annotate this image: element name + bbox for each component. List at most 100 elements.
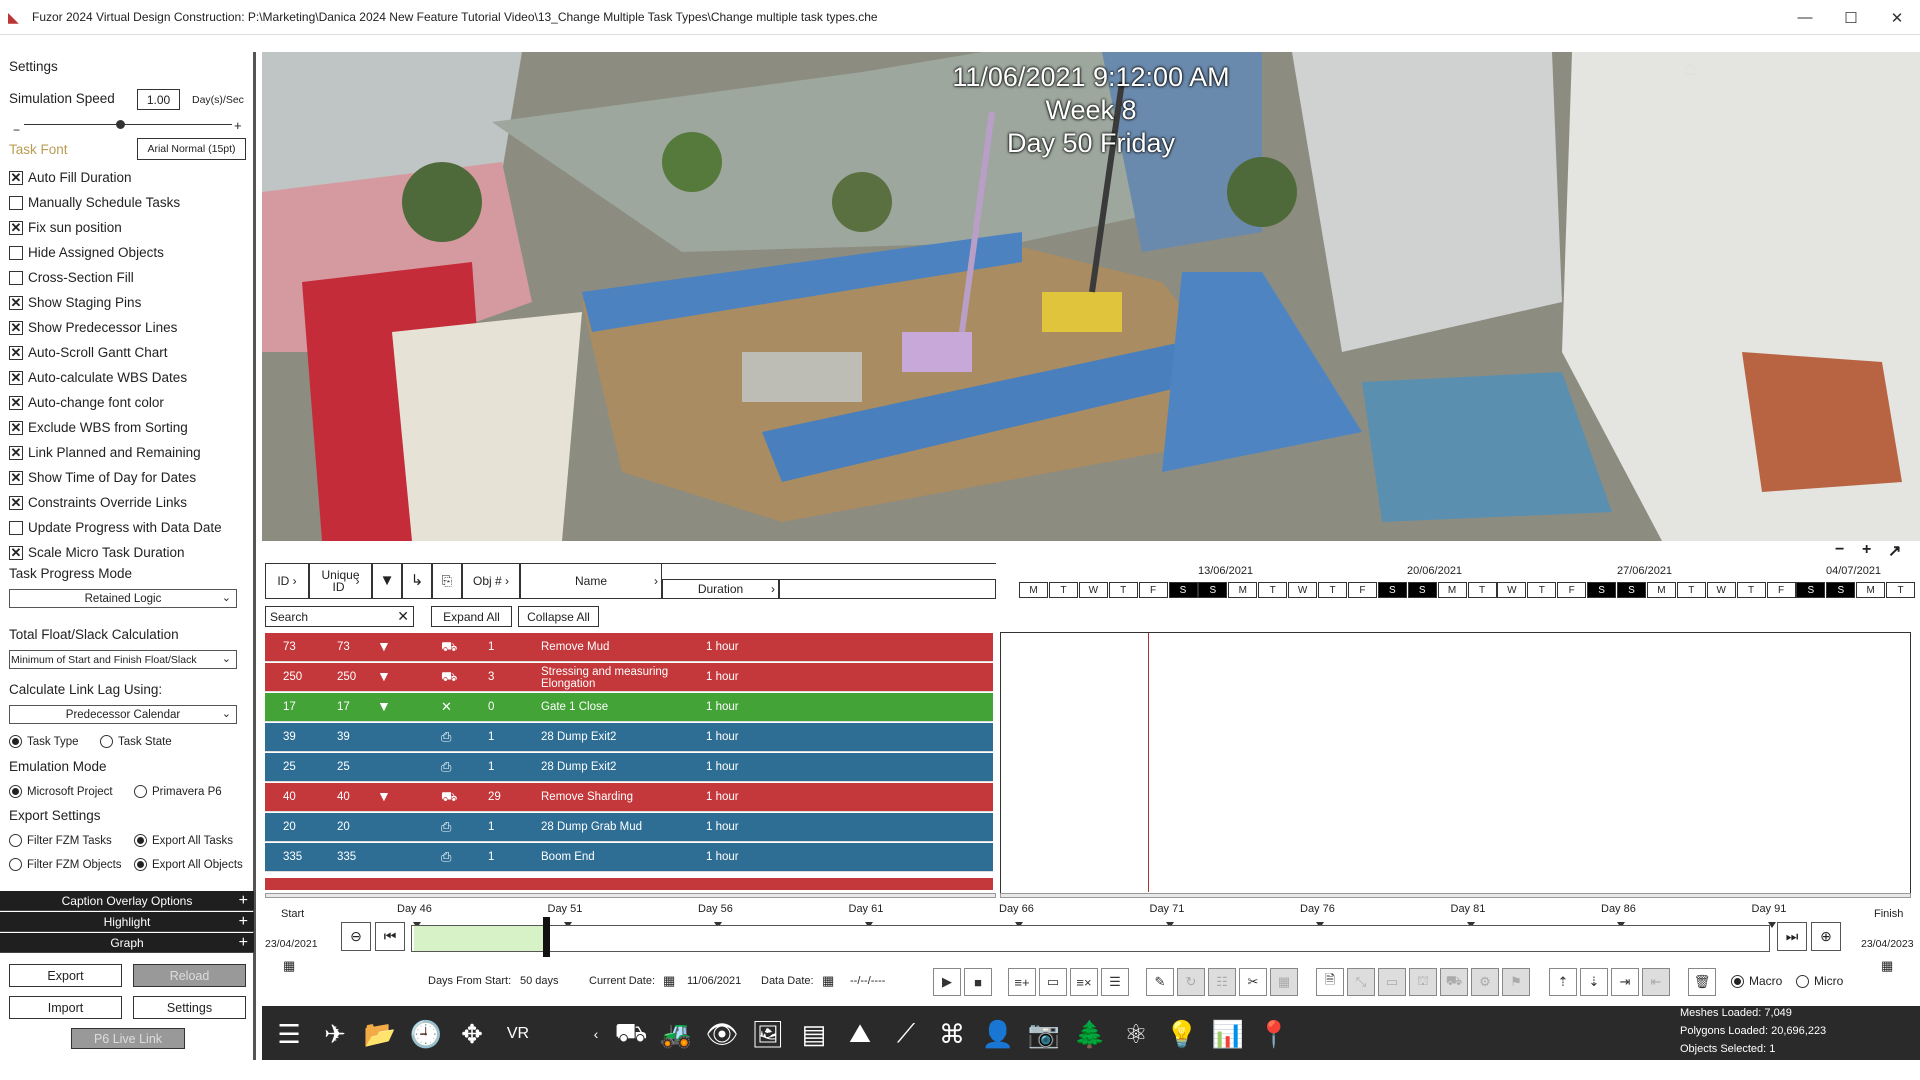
sort-ascending-icon[interactable]: ⇡	[1549, 968, 1577, 996]
link-arrow-icon[interactable]: ↳	[402, 563, 432, 599]
checked-box-icon[interactable]: ✕	[9, 470, 23, 485]
start-calendar-icon[interactable]: ▦	[283, 958, 295, 974]
unchecked-box-icon[interactable]	[9, 270, 23, 285]
speed-slider-thumb[interactable]	[115, 120, 125, 129]
zoom-out-icon[interactable]: −	[1835, 541, 1844, 559]
table-scrollbar[interactable]	[265, 893, 996, 898]
col-id-header[interactable]: ID ›	[265, 563, 309, 599]
checked-box-icon[interactable]: ✕	[9, 420, 23, 435]
clock-icon[interactable]: 🕘	[406, 1015, 446, 1053]
setting-checkbox[interactable]: Manually Schedule Tasks	[9, 195, 180, 210]
unchecked-box-icon[interactable]	[9, 245, 23, 260]
table-row[interactable]: 73 73 1 Remove Mud 1 hour ▼ ⛟	[265, 633, 993, 662]
trash-icon[interactable]: 🗑	[1688, 968, 1716, 996]
checked-box-icon[interactable]: ✕	[9, 220, 23, 235]
gear-icon[interactable]: ⚙	[1471, 968, 1499, 996]
import-button[interactable]: Import	[9, 996, 122, 1019]
timeline-track[interactable]	[411, 925, 1770, 952]
data-date-calendar-icon[interactable]: ▦	[822, 973, 834, 989]
checked-box-icon[interactable]: ✕	[9, 170, 23, 185]
unlink-icon[interactable]: ✂	[1239, 968, 1267, 996]
setting-checkbox[interactable]: ✕ Auto Fill Duration	[9, 170, 132, 185]
table-row[interactable]: 39 39 1 28 Dump Exit2 1 hour ⎙	[265, 723, 993, 752]
table-row[interactable]: 250 250 3 Stressing and measuring Elongatio…	[265, 663, 993, 692]
vr-icon[interactable]: VR	[498, 1015, 538, 1053]
maximize-button[interactable]: ☐	[1828, 0, 1874, 35]
avatar-icon[interactable]: 👤	[978, 1015, 1018, 1053]
vehicle-icon[interactable]: 🚜	[656, 1015, 696, 1053]
micro-radio[interactable]: Micro	[1796, 974, 1843, 988]
scroll-left-icon[interactable]: ‹	[576, 1015, 616, 1053]
graph-section[interactable]: Graph +	[0, 933, 254, 953]
macro-radio[interactable]: Macro	[1731, 974, 1782, 988]
reload-button[interactable]: Reload	[133, 964, 246, 987]
timeline-playhead[interactable]	[543, 917, 550, 957]
current-date-value[interactable]: 11/06/2021	[687, 975, 741, 987]
table-row[interactable]: 335 335 1 Boom End 1 hour ⎙	[265, 843, 993, 872]
setting-checkbox[interactable]: ✕ Auto-calculate WBS Dates	[9, 370, 187, 385]
setting-checkbox[interactable]: ✕ Show Staging Pins	[9, 295, 141, 310]
remove-task-icon[interactable]: ≡×	[1070, 968, 1098, 996]
line-tool-icon[interactable]: ⟋	[886, 1015, 926, 1053]
setting-checkbox[interactable]: ✕ Show Predecessor Lines	[9, 320, 177, 335]
setting-checkbox[interactable]: Cross-Section Fill	[9, 270, 134, 285]
bar-chart-icon[interactable]: 📊	[1208, 1015, 1248, 1053]
home-icon[interactable]: ⌂	[1684, 58, 1696, 81]
settings-button[interactable]: Settings	[133, 996, 246, 1019]
folder-icon[interactable]: 📂	[360, 1015, 400, 1053]
checked-box-icon[interactable]: ✕	[9, 320, 23, 335]
highlight-section[interactable]: Highlight +	[0, 912, 254, 932]
setting-checkbox[interactable]: Update Progress with Data Date	[9, 520, 222, 535]
filter-icon[interactable]: ▼	[372, 563, 402, 599]
col-name-header[interactable]: Name ›	[520, 563, 662, 599]
lightbulb-icon[interactable]: 💡	[1162, 1015, 1202, 1053]
data-date-value[interactable]: --/--/----	[850, 975, 885, 987]
table-row[interactable]: 17 17 0 Gate 1 Close 1 hour ▼ ✕	[265, 693, 993, 722]
table-row[interactable]: 25 25 1 28 Dump Exit2 1 hour ⎙	[265, 753, 993, 782]
col-duration-header[interactable]: Duration ›	[662, 579, 779, 599]
primavera-radio[interactable]: Primavera P6	[134, 785, 222, 798]
checked-box-icon[interactable]: ✕	[9, 545, 23, 560]
refresh-icon[interactable]: ↻	[1177, 968, 1205, 996]
clear-search-icon[interactable]: ✕	[397, 608, 409, 625]
checked-box-icon[interactable]: ✕	[9, 295, 23, 310]
unchecked-box-icon[interactable]	[9, 520, 23, 535]
play-icon[interactable]: ▶	[933, 968, 961, 996]
flag-icon[interactable]: ⚑	[1502, 968, 1530, 996]
sort-descending-icon[interactable]: ⇣	[1580, 968, 1608, 996]
zoom-in-icon[interactable]: +	[1862, 541, 1871, 559]
col-obj-header[interactable]: Obj # ›	[462, 563, 520, 599]
camera-icon[interactable]: 📷	[1024, 1015, 1064, 1053]
paint-task-icon[interactable]: ✎	[1146, 968, 1174, 996]
image-icon[interactable]: ⛰	[840, 1015, 880, 1053]
list-indent-icon[interactable]: ☷	[1208, 968, 1236, 996]
finish-calendar-icon[interactable]: ▦	[1881, 958, 1893, 974]
simulation-speed-input[interactable]: 1.00	[137, 89, 180, 110]
task-type-icon[interactable]: ⎘	[432, 563, 462, 599]
move-icon[interactable]: ✥	[452, 1015, 492, 1053]
caption-overlay-section[interactable]: Caption Overlay Options +	[0, 891, 254, 911]
float-calc-select[interactable]: Minimum of Start and Finish Float/Slack ⌄	[9, 650, 237, 669]
setting-checkbox[interactable]: ✕ Scale Micro Task Duration	[9, 545, 185, 560]
p6-live-link-button[interactable]: P6 Live Link	[71, 1028, 185, 1049]
document-icon[interactable]: 🗎	[1316, 968, 1344, 996]
gantt-chart-area[interactable]	[1000, 632, 1911, 894]
indent-icon[interactable]: ⇥	[1611, 968, 1639, 996]
truck-icon[interactable]: ⛟	[1440, 968, 1468, 996]
add-task-icon[interactable]: ≡+	[1008, 968, 1036, 996]
table-row-partial[interactable]	[265, 878, 993, 890]
current-date-calendar-icon[interactable]: ▦	[663, 973, 675, 989]
minimize-button[interactable]: —	[1782, 0, 1828, 35]
filter-objects-radio[interactable]: Filter FZM Objects	[9, 858, 122, 871]
task-list-icon[interactable]: ☰	[1101, 968, 1129, 996]
crane-icon[interactable]: ⛫	[1409, 968, 1437, 996]
setting-checkbox[interactable]: ✕ Exclude WBS from Sorting	[9, 420, 188, 435]
filter-tasks-radio[interactable]: Filter FZM Tasks	[9, 834, 112, 847]
box-icon[interactable]: ▭	[1378, 968, 1406, 996]
checked-box-icon[interactable]: ✕	[9, 395, 23, 410]
table-row[interactable]: 40 40 29 Remove Sharding 1 hour ▼ ⛟	[265, 783, 993, 812]
setting-checkbox[interactable]: ✕ Constraints Override Links	[9, 495, 187, 510]
collapse-all-button[interactable]: Collapse All	[518, 606, 599, 627]
menu-icon[interactable]: ☰	[269, 1015, 309, 1053]
3d-viewport[interactable]: 11/06/2021 9:12:00 AM Week 8 Day 50 Frid…	[262, 52, 1920, 541]
